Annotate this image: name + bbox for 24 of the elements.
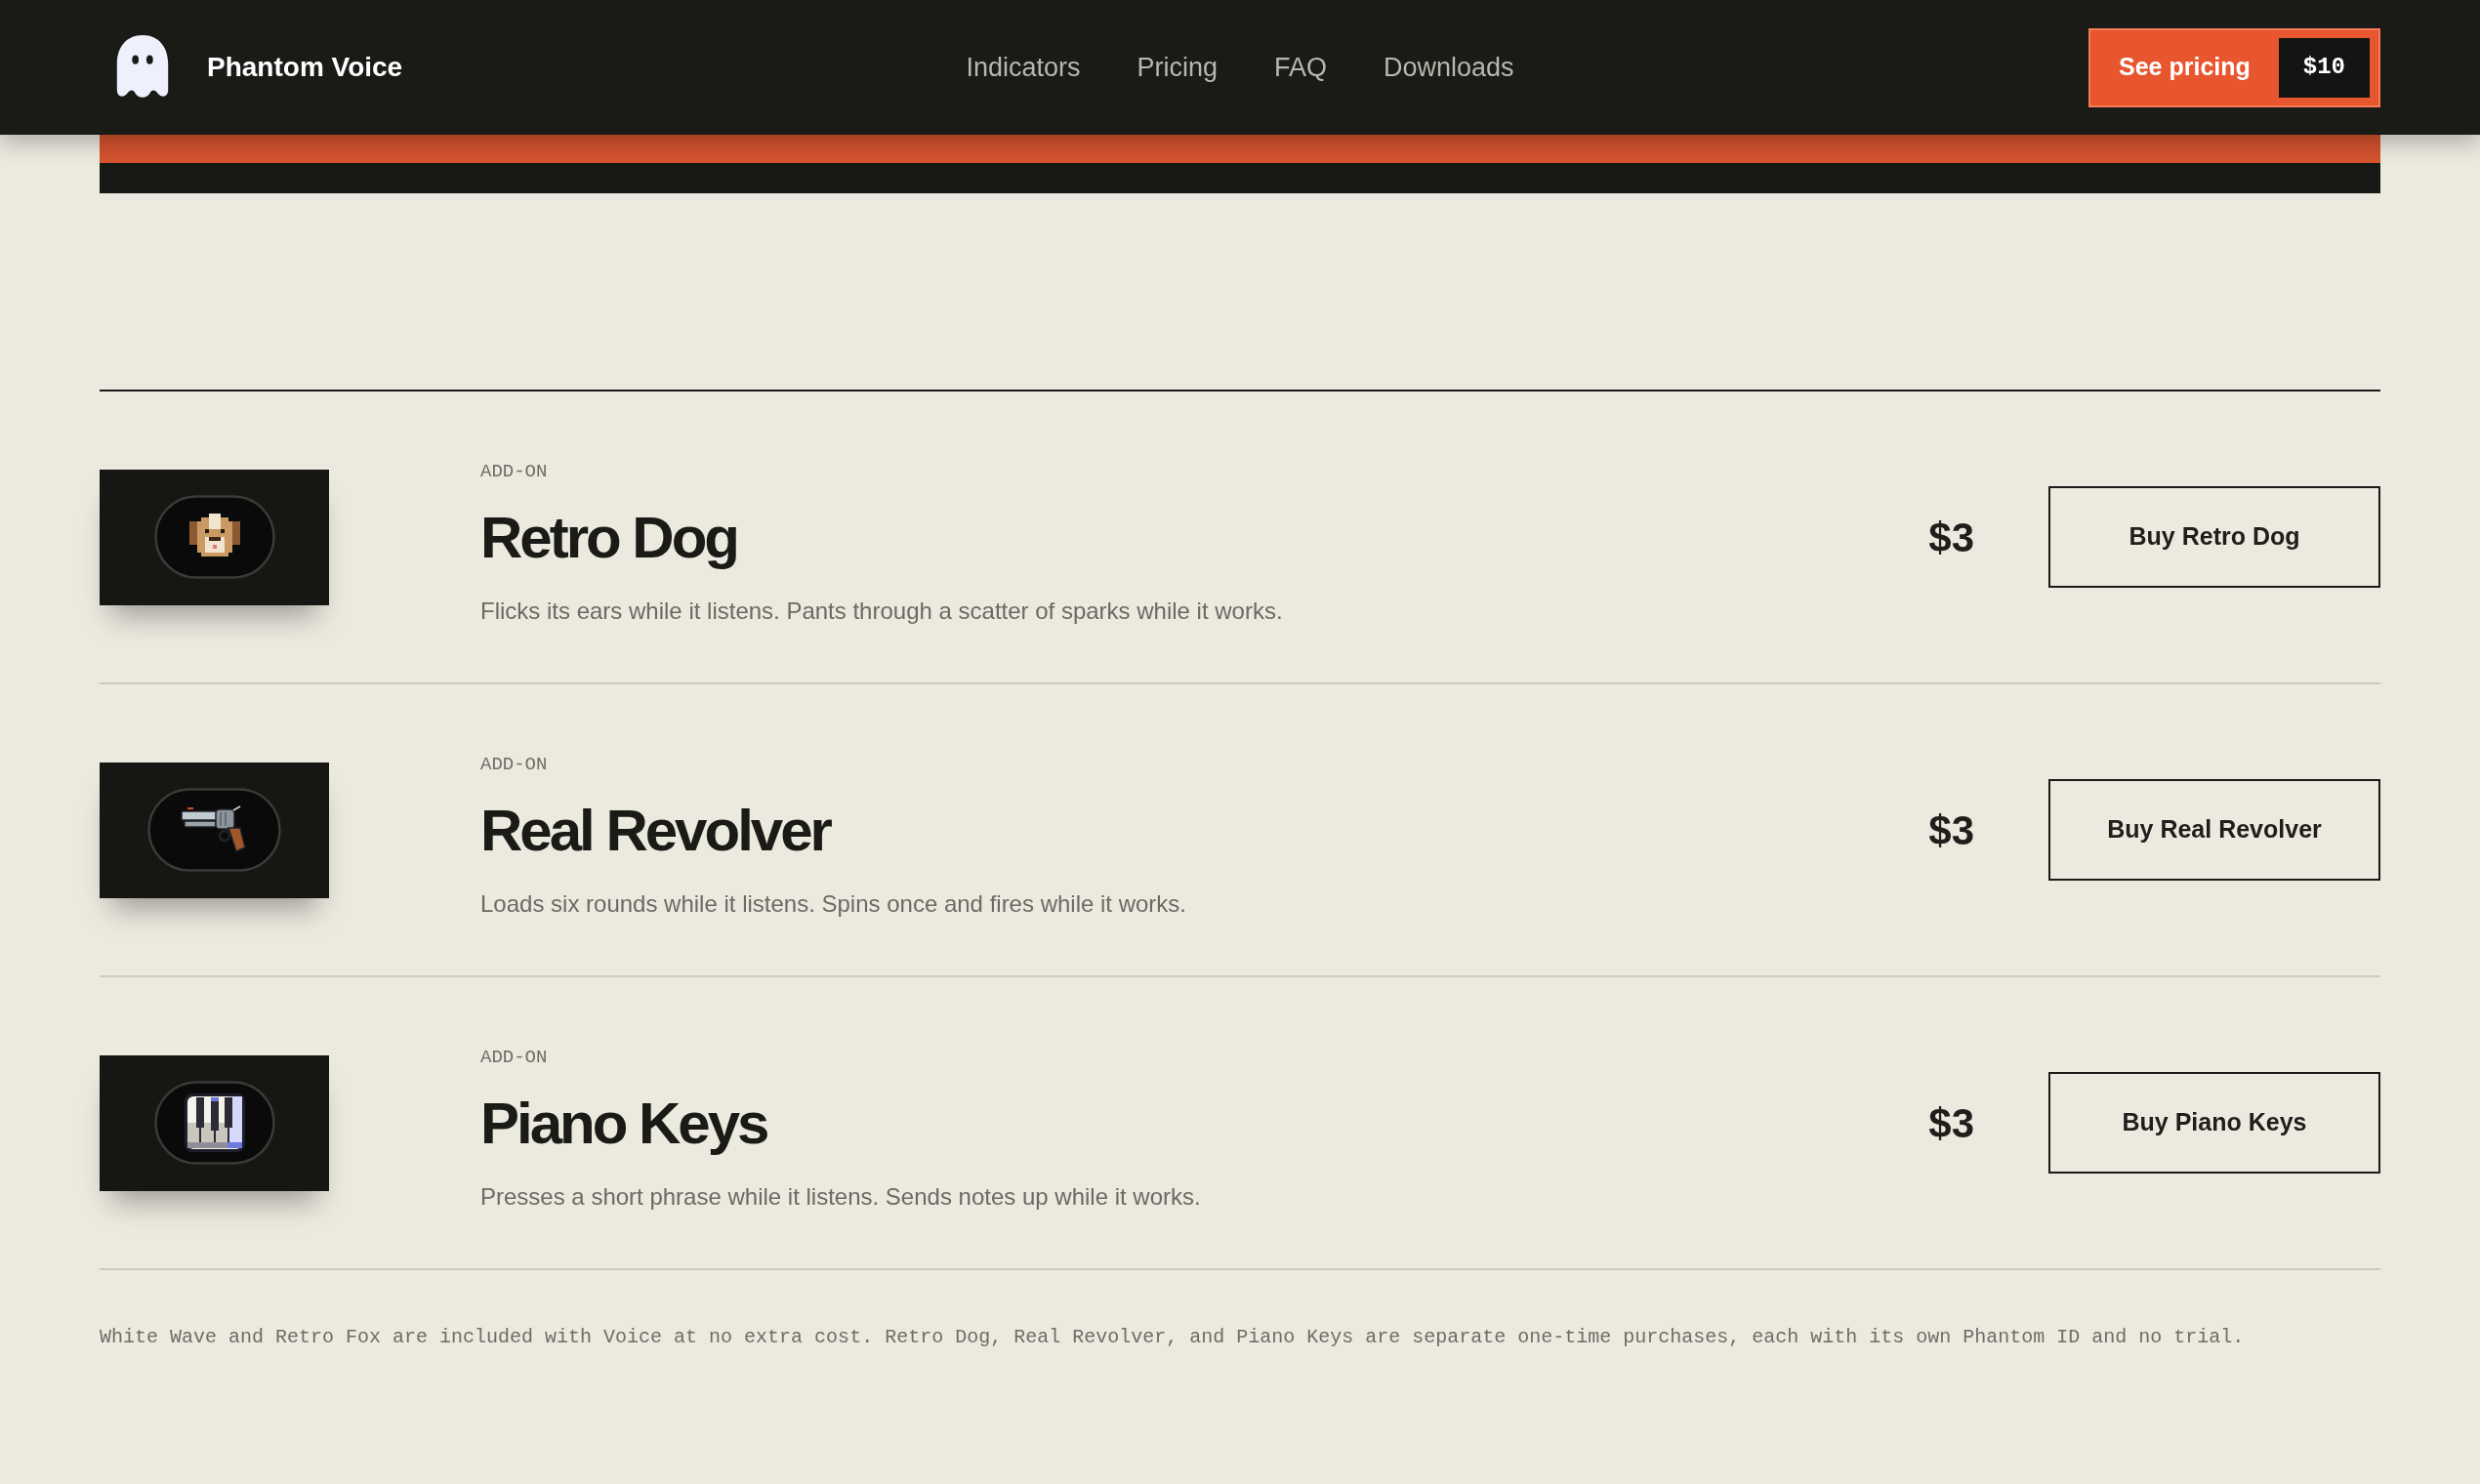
footnote: White Wave and Retro Fox are included with Voice at no extra cost. Retro Dog, Real Revolver, and Piano Keys are separate one-time purchases, each with its own Phantom ID and no trial.	[100, 1325, 2246, 1350]
brand-name: Phantom Voice	[207, 51, 403, 84]
nav-link[interactable]: Downloads	[1384, 47, 1514, 88]
addon-tag: ADD-ON	[480, 1047, 548, 1069]
addon-description: Loads six rounds while it listens. Spins once and fires while it works.	[480, 888, 1186, 919]
nav-link[interactable]: Indicators	[966, 47, 1081, 88]
addon-price: $3	[1928, 805, 1974, 855]
addon-title: Piano Keys	[480, 1093, 767, 1153]
see-pricing-button[interactable]: See pricing $10	[2088, 27, 2380, 107]
price-badge: $10	[2278, 37, 2370, 98]
addon-price: $3	[1928, 1098, 1974, 1148]
buy-button[interactable]: Buy Piano Keys	[2048, 1072, 2380, 1174]
nav-link[interactable]: Pricing	[1137, 47, 1218, 88]
addon-description: Presses a short phrase while it listens. Sends notes up while it works.	[480, 1181, 1201, 1212]
addon-description: Flicks its ears while it listens. Pants through a scatter of sparks while it works.	[480, 596, 1283, 626]
addon-tag: ADD-ON	[480, 754, 548, 776]
addon-title: Real Revolver	[480, 801, 830, 860]
addon-title: Retro Dog	[480, 508, 737, 567]
buy-button[interactable]: Buy Real Revolver	[2048, 779, 2380, 881]
nav-link[interactable]: FAQ	[1274, 47, 1327, 88]
ghost-logo-icon	[114, 35, 171, 100]
buy-button[interactable]: Buy Retro Dog	[2048, 486, 2380, 588]
addon-tag: ADD-ON	[480, 461, 548, 483]
addon-price: $3	[1928, 513, 1974, 562]
